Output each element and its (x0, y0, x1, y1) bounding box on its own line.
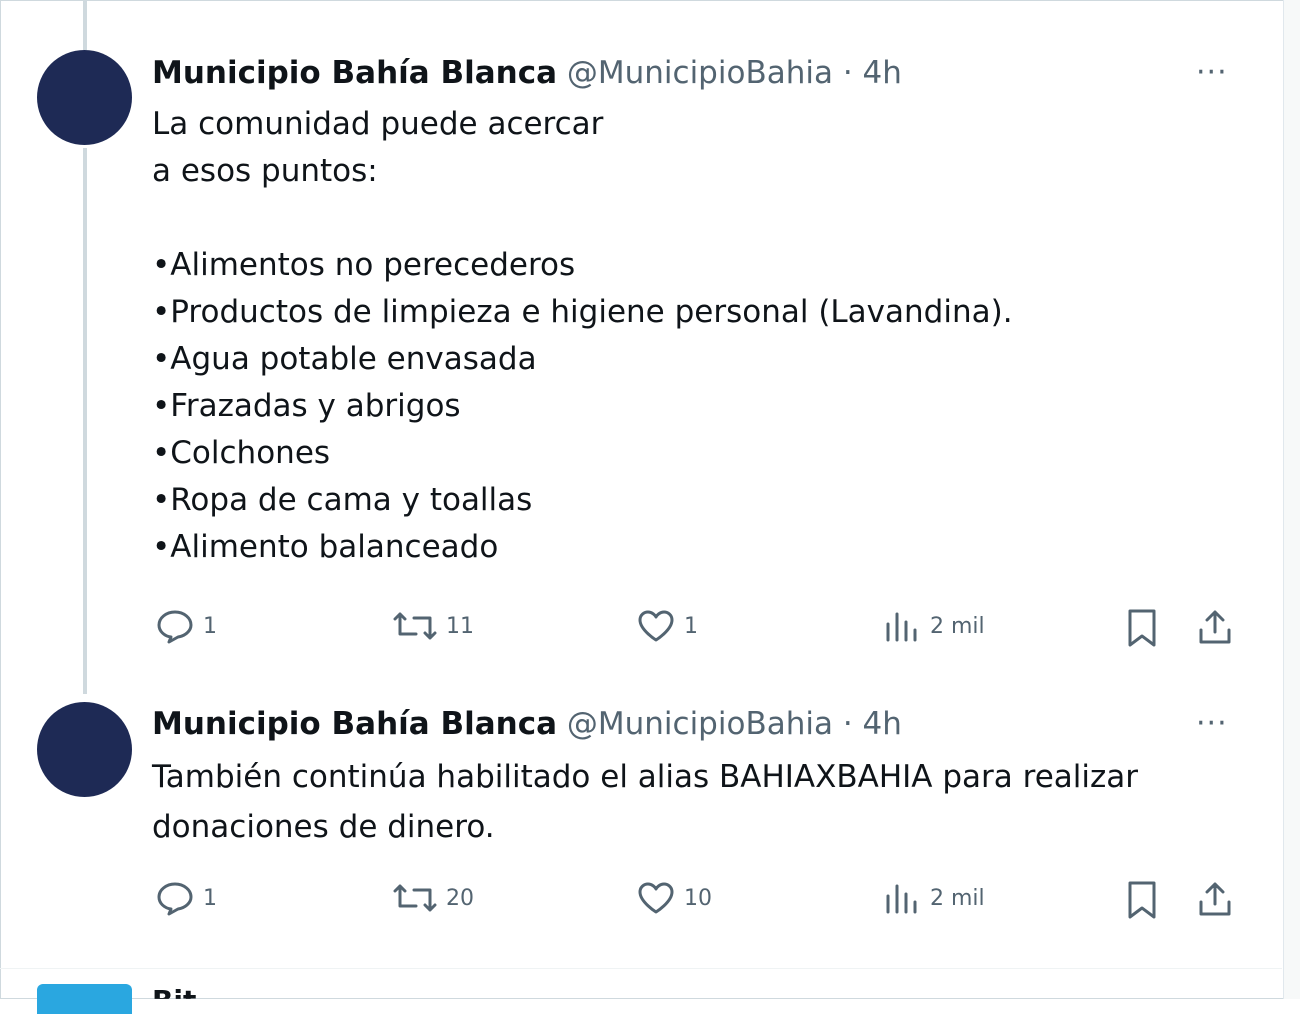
retweet-button[interactable]: 20 (392, 880, 474, 916)
analytics-icon (886, 612, 917, 642)
reply-icon (157, 610, 193, 644)
bookmark-button[interactable] (1124, 608, 1160, 648)
share-icon (1199, 882, 1231, 916)
more-options-button[interactable]: ··· (1196, 53, 1228, 93)
tweet-text: También continúa habilitado el alias BAH… (152, 759, 1139, 845)
like-count: 1 (684, 613, 698, 639)
reply-button[interactable]: 1 (155, 880, 217, 916)
tweet[interactable]: Municipio Bahía Blanca @MunicipioBahia ·… (0, 690, 1280, 970)
tweet-header: Municipio Bahía Blanca @MunicipioBahia ·… (152, 53, 902, 93)
retweet-count: 20 (446, 885, 474, 911)
avatar[interactable] (37, 702, 132, 797)
tweet-text: La comunidad puede acercar a esos puntos… (152, 106, 1013, 565)
scrollbar[interactable] (1283, 0, 1300, 999)
views-count: 2 mil (930, 613, 985, 639)
like-button[interactable]: 1 (636, 608, 698, 644)
bookmark-icon (1128, 609, 1156, 647)
heart-icon (638, 610, 674, 642)
retweet-icon (393, 884, 437, 912)
share-button[interactable] (1196, 608, 1234, 646)
more-options-button[interactable]: ··· (1196, 704, 1228, 744)
like-button[interactable]: 10 (636, 880, 712, 916)
heart-icon (638, 882, 674, 914)
retweet-icon (393, 612, 437, 640)
reply-count: 1 (203, 613, 217, 639)
more-horizontal-icon: ··· (1196, 706, 1228, 741)
retweet-count: 11 (446, 613, 474, 639)
author-handle-time[interactable]: @MunicipioBahia · 4h (567, 55, 902, 91)
next-tweet-avatar[interactable] (37, 984, 132, 1014)
avatar[interactable] (37, 50, 132, 145)
like-count: 10 (684, 885, 712, 911)
author-handle-time[interactable]: @MunicipioBahia · 4h (567, 706, 902, 742)
views-button[interactable]: 2 mil (882, 880, 985, 916)
share-button[interactable] (1196, 880, 1234, 918)
views-count: 2 mil (930, 885, 985, 911)
reply-button[interactable]: 1 (155, 608, 217, 644)
next-tweet-author[interactable]: Bit... (152, 984, 228, 999)
tweet-header: Municipio Bahía Blanca @MunicipioBahia ·… (152, 704, 902, 744)
bookmark-icon (1128, 881, 1156, 919)
more-horizontal-icon: ··· (1196, 55, 1228, 90)
author-name[interactable]: Municipio Bahía Blanca (152, 55, 557, 91)
views-button[interactable]: 2 mil (882, 608, 985, 644)
share-icon (1199, 610, 1231, 644)
bookmark-button[interactable] (1124, 880, 1160, 920)
author-name[interactable]: Municipio Bahía Blanca (152, 706, 557, 742)
reply-icon (157, 882, 193, 916)
analytics-icon (886, 884, 917, 914)
tweet[interactable]: Municipio Bahía Blanca @MunicipioBahia ·… (0, 0, 1280, 690)
retweet-button[interactable]: 11 (392, 608, 474, 644)
tweet-divider (0, 968, 1282, 969)
reply-count: 1 (203, 885, 217, 911)
